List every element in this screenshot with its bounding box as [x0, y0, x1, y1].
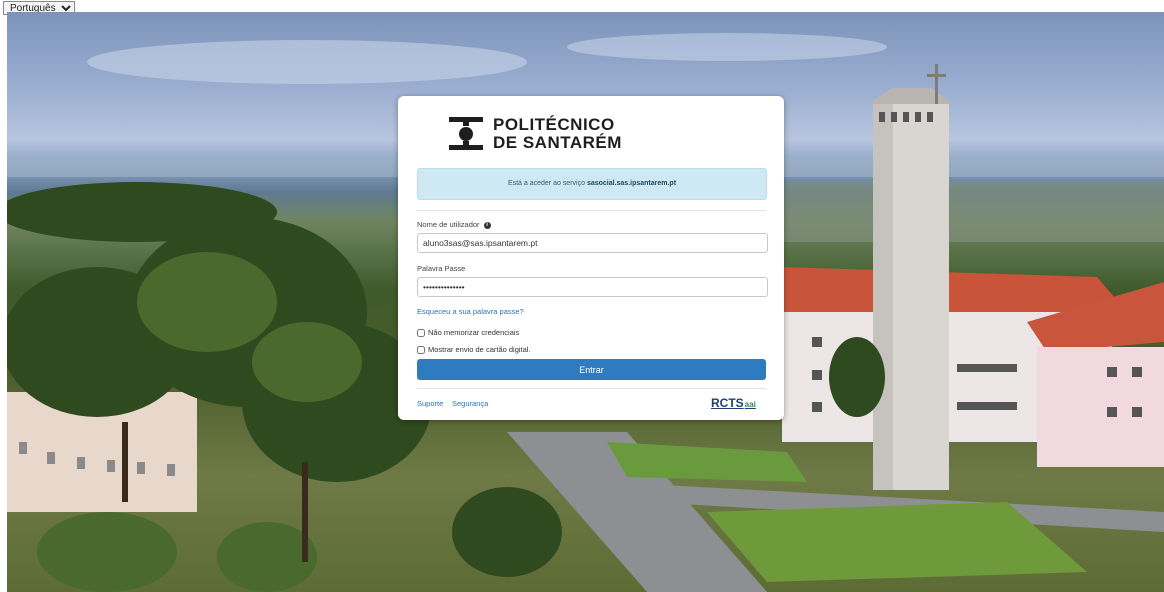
show-card-row[interactable]: Mostrar envio de cartão digital. — [417, 345, 531, 354]
login-card: POLITÉCNICO DE SANTARÉM Está a aceder ao… — [398, 96, 784, 420]
divider — [417, 210, 766, 211]
rcts-brand-suffix: aai — [744, 400, 756, 409]
logo-line-1: POLITÉCNICO — [493, 115, 615, 134]
no-remember-label: Não memorizar credenciais — [428, 328, 520, 337]
no-remember-checkbox[interactable] — [417, 328, 425, 337]
password-input[interactable] — [417, 277, 768, 297]
service-notice: Está a aceder ao serviço sasocial.sas.ip… — [417, 168, 767, 200]
security-link[interactable]: Segurança — [452, 399, 488, 408]
support-link[interactable]: Suporte — [417, 399, 443, 408]
username-input[interactable] — [417, 233, 768, 253]
forgot-password-link[interactable]: Esqueceu a sua palavra passe? — [417, 307, 524, 316]
logo-line-2: DE SANTARÉM — [493, 133, 622, 152]
footer-divider — [417, 388, 766, 389]
show-card-checkbox[interactable] — [417, 345, 425, 354]
rcts-aai-logo[interactable]: RCTSaai — [711, 396, 756, 410]
logo-mark-icon — [449, 116, 483, 152]
institution-logo: POLITÉCNICO DE SANTARÉM — [449, 114, 622, 154]
show-card-label: Mostrar envio de cartão digital. — [428, 345, 531, 354]
login-button[interactable]: Entrar — [417, 359, 766, 380]
info-icon[interactable]: i — [483, 221, 491, 229]
password-label: Palavra Passe — [417, 264, 466, 273]
service-notice-domain: sasocial.sas.ipsantarem.pt — [586, 180, 677, 187]
service-notice-prefix: Está a aceder ao serviço — [507, 180, 585, 187]
logo-text: POLITÉCNICO DE SANTARÉM — [493, 116, 622, 152]
username-label: Nome de utilizador i — [417, 220, 491, 229]
no-remember-row[interactable]: Não memorizar credenciais — [417, 328, 519, 337]
username-label-text: Nome de utilizador — [417, 220, 480, 229]
rcts-brand: RCTS — [711, 396, 744, 410]
